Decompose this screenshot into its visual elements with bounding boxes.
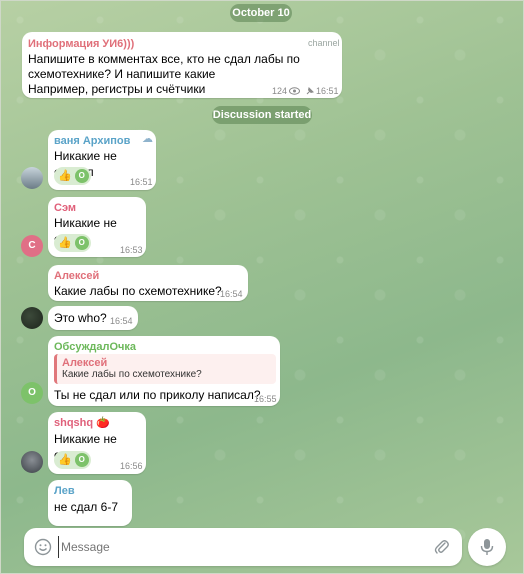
message-author[interactable]: ваня Архипов bbox=[54, 134, 130, 148]
message-time: 16:54 bbox=[110, 316, 133, 326]
service-message: Discussion started bbox=[212, 106, 312, 124]
paperclip-icon[interactable] bbox=[434, 538, 450, 556]
message-author[interactable]: Алексей bbox=[54, 269, 99, 283]
reactor-avatar: О bbox=[74, 453, 89, 467]
message-text: не сдал 6-7 bbox=[54, 500, 118, 514]
message-bubble[interactable]: ваня Архипов ☁ Никакие не сдавал 👍 О 16:… bbox=[48, 130, 156, 190]
eye-icon bbox=[289, 87, 301, 95]
pin-icon bbox=[306, 87, 315, 95]
avatar[interactable] bbox=[21, 451, 43, 473]
message-bubble[interactable]: Сэм Никакие не сдал 👍 О 16:53 bbox=[48, 197, 146, 257]
reaction-chip[interactable]: 👍 О bbox=[54, 451, 91, 469]
message-time: 16:54 bbox=[220, 289, 243, 299]
avatar[interactable] bbox=[21, 167, 43, 189]
message-bubble[interactable]: shqshq 🍅 Никакие не сдал 👍 О 16:56 bbox=[48, 412, 146, 474]
avatar[interactable]: С bbox=[21, 235, 43, 257]
channel-post[interactable]: Информация УИ6))) channel Напишите в ком… bbox=[22, 32, 342, 98]
channel-post-author[interactable]: Информация УИ6))) bbox=[28, 37, 134, 51]
message-author[interactable]: Лев bbox=[54, 484, 75, 498]
date-separator: October 10 bbox=[230, 4, 292, 22]
message-author[interactable]: shqshq 🍅 bbox=[54, 416, 110, 430]
message-time: 16:51 bbox=[130, 177, 153, 187]
views-count: 124 16:51 bbox=[272, 86, 339, 96]
emoji-icon[interactable] bbox=[34, 538, 52, 556]
thumbs-up-icon: 👍 bbox=[58, 237, 72, 249]
reply-quote[interactable]: Алексей Какие лабы по схемотехнике? bbox=[54, 354, 276, 384]
message-bubble[interactable]: Алексей Какие лабы по схемотехнике? 16:5… bbox=[48, 265, 248, 301]
message-bubble[interactable]: Лев не сдал 6-7 bbox=[48, 480, 132, 526]
message-time: 16:53 bbox=[120, 245, 143, 255]
message-composer bbox=[24, 528, 462, 566]
message-text: Ты не сдал или по приколу написал? bbox=[54, 388, 261, 402]
channel-post-time: 16:51 bbox=[316, 86, 339, 96]
reactor-avatar: О bbox=[74, 169, 89, 183]
ghost-emoji-icon: ☁ bbox=[142, 133, 153, 145]
reply-text: Какие лабы по схемотехнике? bbox=[62, 369, 202, 380]
message-time: 16:56 bbox=[120, 461, 143, 471]
reaction-chip[interactable]: 👍 О bbox=[54, 234, 91, 252]
views-number: 124 bbox=[272, 86, 288, 96]
reaction-chip[interactable]: 👍 О bbox=[54, 167, 91, 185]
message-bubble[interactable]: ОбсуждалОчка Алексей Какие лабы по схемо… bbox=[48, 336, 280, 406]
message-text: Какие лабы по схемотехнике? bbox=[54, 284, 222, 298]
message-input[interactable] bbox=[58, 536, 418, 558]
message-bubble[interactable]: Это who? 16:54 bbox=[48, 306, 138, 330]
avatar[interactable]: О bbox=[21, 382, 43, 404]
thumbs-up-icon: 👍 bbox=[58, 454, 72, 466]
thumbs-up-icon: 👍 bbox=[58, 170, 72, 182]
avatar[interactable] bbox=[21, 307, 43, 329]
message-text: Это who? bbox=[54, 311, 107, 325]
message-author[interactable]: Сэм bbox=[54, 201, 76, 215]
reply-author: Алексей bbox=[62, 357, 108, 369]
channel-post-line-1: Напишите в комментах все, кто не сдал ла… bbox=[28, 52, 300, 66]
microphone-icon bbox=[480, 539, 494, 555]
channel-post-line-3: Например, регистры и счётчики bbox=[28, 82, 206, 96]
message-author[interactable]: ОбсуждалОчка bbox=[54, 340, 136, 354]
voice-record-button[interactable] bbox=[468, 528, 506, 566]
reactor-avatar: О bbox=[74, 236, 89, 250]
channel-post-line-2: схемотехнике? И напишите какие bbox=[28, 67, 216, 81]
message-time: 16:55 bbox=[254, 394, 277, 404]
channel-tag: channel bbox=[308, 38, 340, 48]
